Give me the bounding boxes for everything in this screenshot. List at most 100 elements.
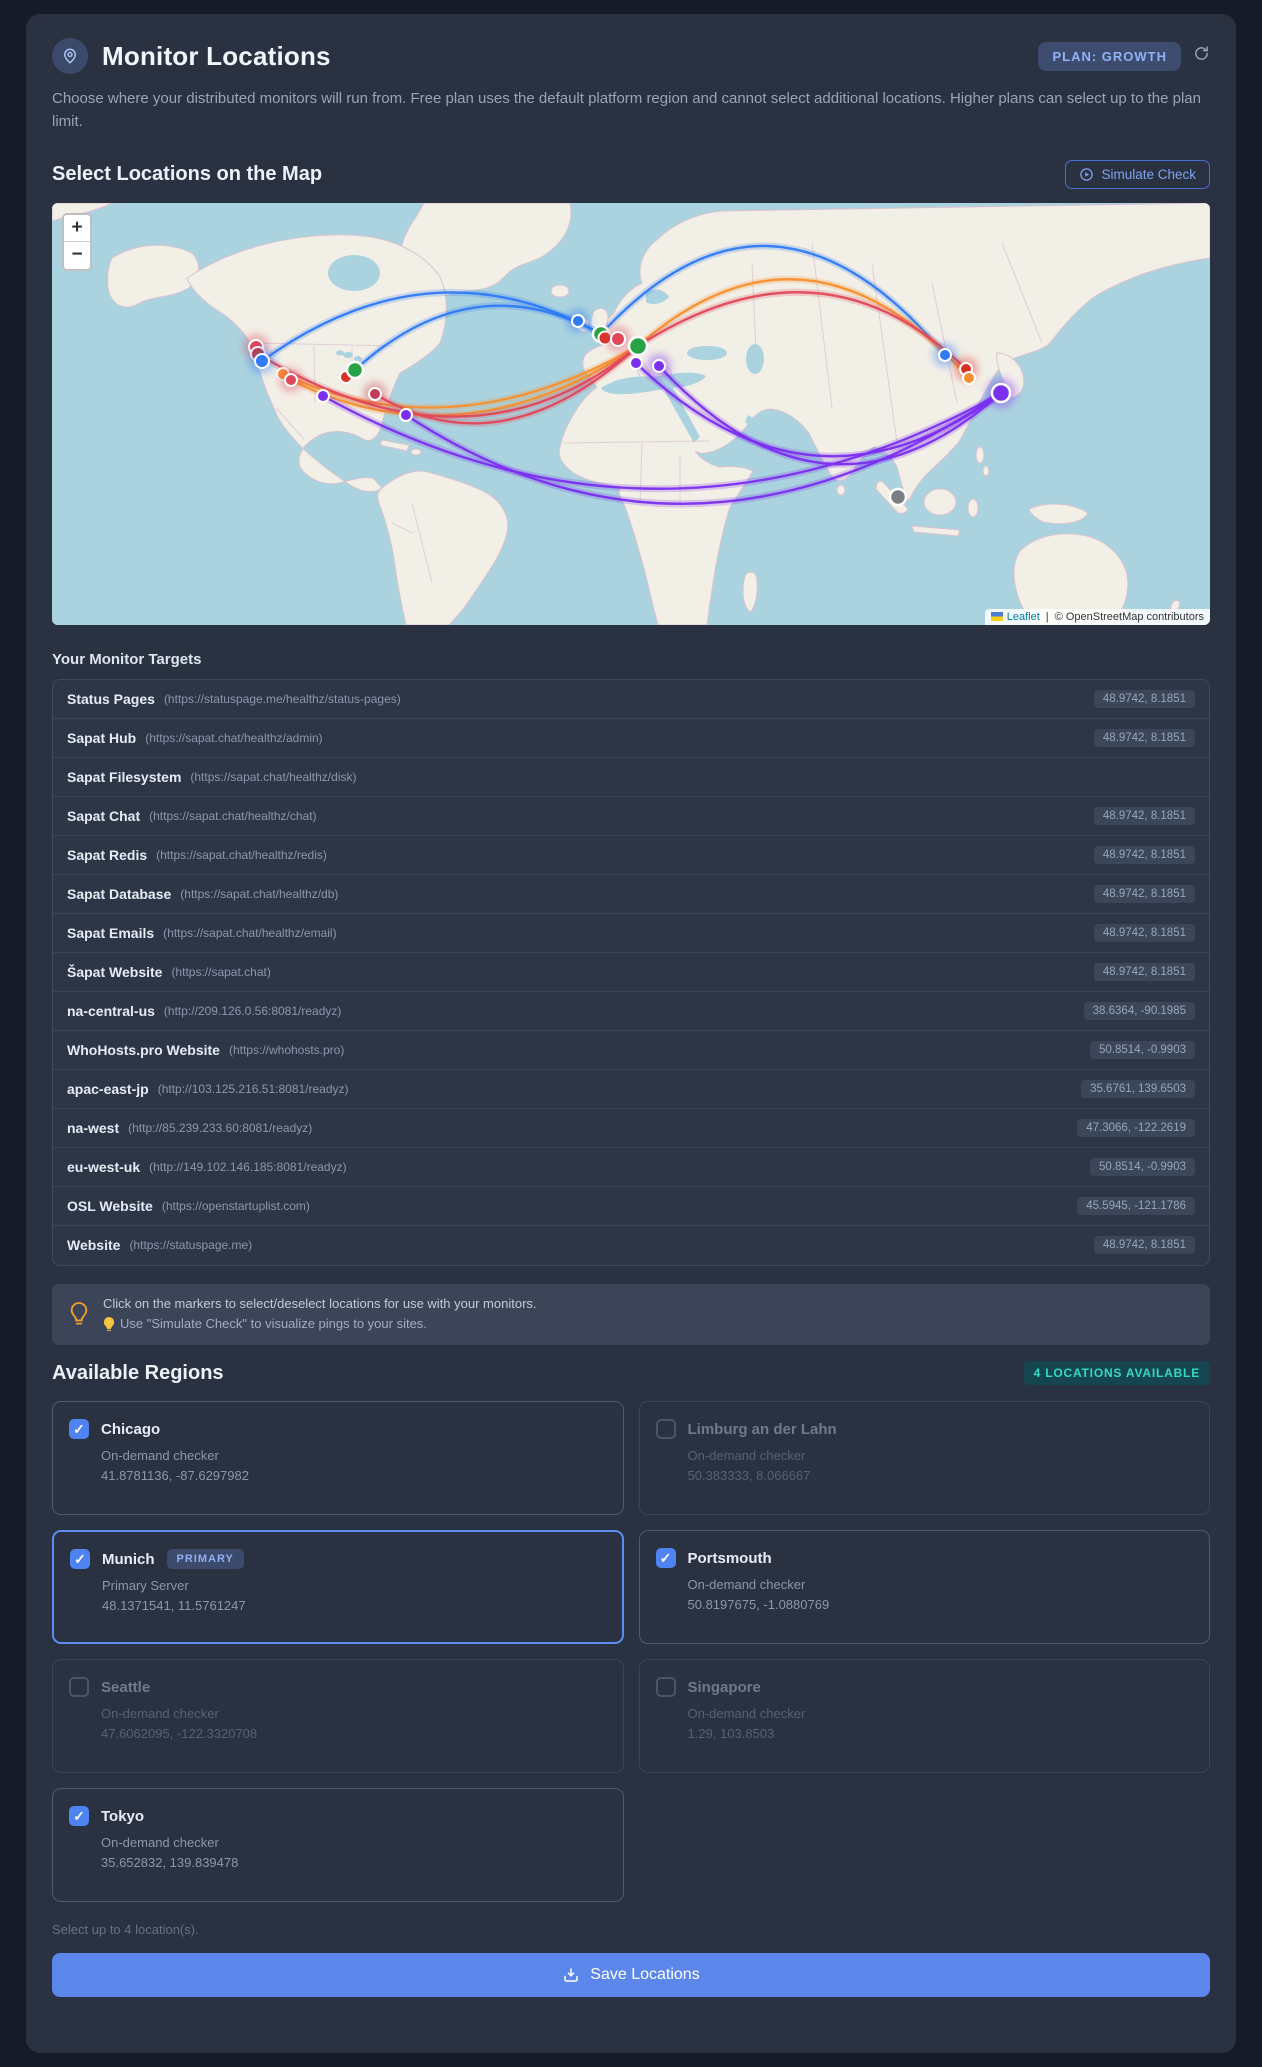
map-marker[interactable] bbox=[962, 370, 976, 385]
play-circle-icon bbox=[1080, 167, 1094, 181]
target-name: na-west bbox=[67, 1119, 120, 1136]
map-marker[interactable] bbox=[571, 313, 585, 328]
target-url: (https://statuspage.me/healthz/status-pa… bbox=[163, 691, 401, 706]
region-checkbox[interactable]: ✓ bbox=[69, 1806, 89, 1827]
map-marker[interactable] bbox=[345, 360, 365, 379]
refresh-icon[interactable] bbox=[1193, 45, 1210, 67]
target-row: Website (https://statuspage.me) 48.9742,… bbox=[53, 1226, 1209, 1265]
osm-attribution: © OpenStreetMap contributors bbox=[1054, 610, 1204, 623]
target-name: Sapat Database bbox=[67, 885, 172, 902]
target-row: OSL Website (https://openstartuplist.com… bbox=[53, 1187, 1209, 1226]
region-card[interactable]: ✓ Munich PRIMARY Primary Server 48.13715… bbox=[52, 1530, 624, 1645]
target-row: WhoHosts.pro Website (https://whohosts.p… bbox=[53, 1031, 1209, 1070]
target-row: Status Pages (https://statuspage.me/heal… bbox=[53, 680, 1209, 719]
regions-grid: ✓ Chicago On-demand checker 41.8781136, … bbox=[52, 1401, 1210, 1903]
region-card[interactable]: ✓ Chicago On-demand checker 41.8781136, … bbox=[52, 1401, 624, 1516]
target-name: Sapat Emails bbox=[67, 924, 155, 941]
map-marker[interactable] bbox=[254, 352, 270, 369]
map-marker[interactable] bbox=[284, 372, 298, 387]
region-coords: 50.8197675, -1.0880769 bbox=[687, 1597, 830, 1613]
target-url: (https://sapat.chat/healthz/redis) bbox=[156, 847, 327, 862]
tip-line-2: Use "Simulate Check" to visualize pings … bbox=[120, 1316, 427, 1332]
ukraine-flag-icon bbox=[990, 612, 1003, 621]
target-row: apac-east-jp (http://103.125.216.51:8081… bbox=[53, 1070, 1209, 1109]
monitor-targets-list: Status Pages (https://statuspage.me/heal… bbox=[52, 678, 1210, 1266]
target-url: (http://103.125.216.51:8081/readyz) bbox=[157, 1081, 349, 1096]
tip-line-1: Click on the markers to select/deselect … bbox=[103, 1295, 537, 1311]
target-name: apac-east-jp bbox=[67, 1080, 149, 1097]
target-name: Sapat Hub bbox=[67, 729, 137, 746]
region-checkbox[interactable] bbox=[69, 1677, 89, 1698]
region-card[interactable]: ✓ Portsmouth On-demand checker 50.819767… bbox=[638, 1530, 1210, 1645]
map-marker[interactable] bbox=[399, 407, 413, 422]
target-name: eu-west-uk bbox=[67, 1158, 141, 1175]
target-coords-badge: 48.9742, 8.1851 bbox=[1093, 728, 1195, 747]
target-url: (https://sapat.chat) bbox=[171, 964, 271, 979]
world-map[interactable]: + − Leaflet | © OpenStreetMap contributo… bbox=[52, 202, 1210, 625]
region-card[interactable]: Seattle On-demand checker 47.6062095, -1… bbox=[52, 1659, 624, 1774]
simulate-check-button[interactable]: Simulate Check bbox=[1065, 159, 1210, 189]
target-coords-badge: 50.8514, -0.9903 bbox=[1090, 1040, 1195, 1059]
target-row: Sapat Filesystem (https://sapat.chat/hea… bbox=[53, 758, 1209, 797]
region-type: On-demand checker bbox=[101, 1448, 219, 1464]
map-marker[interactable] bbox=[627, 335, 649, 356]
region-checkbox[interactable]: ✓ bbox=[70, 1549, 90, 1570]
region-card[interactable]: Singapore On-demand checker 1.29, 103.85… bbox=[638, 1659, 1210, 1774]
target-coords-badge: 48.9742, 8.1851 bbox=[1093, 689, 1195, 708]
target-coords-badge: 48.9742, 8.1851 bbox=[1093, 806, 1195, 825]
save-icon bbox=[564, 1968, 579, 1982]
leaflet-link[interactable]: Leaflet bbox=[1007, 611, 1040, 623]
target-coords-badge: 47.3066, -122.2619 bbox=[1077, 1118, 1195, 1137]
map-marker[interactable] bbox=[629, 355, 643, 370]
target-url: (https://sapat.chat/healthz/email) bbox=[163, 925, 337, 940]
region-card[interactable]: ✓ Tokyo On-demand checker 35.652832, 139… bbox=[52, 1788, 624, 1903]
map-marker[interactable] bbox=[938, 347, 952, 362]
regions-heading: Available Regions bbox=[52, 1361, 224, 1384]
map-marker[interactable] bbox=[316, 388, 330, 403]
target-coords-badge: 48.9742, 8.1851 bbox=[1093, 1236, 1195, 1254]
region-name: Tokyo bbox=[101, 1807, 145, 1825]
target-url: (https://openstartuplist.com) bbox=[161, 1198, 310, 1213]
target-row: Sapat Redis (https://sapat.chat/healthz/… bbox=[53, 836, 1209, 875]
target-name: Website bbox=[67, 1237, 121, 1253]
region-coords: 47.6062095, -122.3320708 bbox=[101, 1726, 258, 1742]
map-marker[interactable] bbox=[990, 382, 1012, 403]
target-row: eu-west-uk (http://149.102.146.185:8081/… bbox=[53, 1148, 1209, 1187]
region-checkbox[interactable] bbox=[655, 1419, 676, 1440]
map-marker[interactable] bbox=[610, 330, 626, 347]
region-card[interactable]: Limburg an der Lahn On-demand checker 50… bbox=[638, 1401, 1210, 1516]
save-locations-button[interactable]: Save Locations bbox=[52, 1953, 1210, 1998]
target-row: Šapat Website (https://sapat.chat) 48.97… bbox=[53, 953, 1209, 992]
lightbulb-icon bbox=[70, 1302, 88, 1325]
target-url: (https://sapat.chat/healthz/disk) bbox=[190, 769, 357, 784]
region-type: On-demand checker bbox=[687, 1448, 806, 1464]
target-coords-badge: 38.6364, -90.1985 bbox=[1083, 1001, 1195, 1020]
select-limit-note: Select up to 4 location(s). bbox=[52, 1922, 199, 1938]
region-name: Portsmouth bbox=[687, 1549, 772, 1567]
region-coords: 1.29, 103.8503 bbox=[687, 1726, 775, 1742]
target-name: Sapat Filesystem bbox=[67, 768, 182, 785]
region-coords: 50.383333, 8.066667 bbox=[687, 1468, 811, 1484]
region-checkbox[interactable] bbox=[655, 1677, 676, 1698]
zoom-out-button[interactable]: − bbox=[64, 241, 90, 269]
region-name: Seattle bbox=[101, 1678, 151, 1696]
map-marker[interactable] bbox=[888, 487, 908, 506]
target-name: WhoHosts.pro Website bbox=[67, 1041, 220, 1058]
target-coords-badge: 48.9742, 8.1851 bbox=[1093, 884, 1195, 903]
map-marker[interactable] bbox=[652, 358, 666, 373]
target-row: Sapat Hub (https://sapat.chat/healthz/ad… bbox=[53, 719, 1209, 758]
map-canvas bbox=[52, 202, 1210, 625]
target-url: (http://209.126.0.56:8081/readyz) bbox=[163, 1003, 342, 1018]
target-coords-badge: 48.9742, 8.1851 bbox=[1093, 923, 1195, 942]
target-row: Sapat Database (https://sapat.chat/healt… bbox=[53, 875, 1209, 914]
zoom-in-button[interactable]: + bbox=[64, 214, 90, 242]
region-coords: 35.652832, 139.839478 bbox=[101, 1855, 239, 1871]
header: Monitor Locations PLAN: GROWTH bbox=[52, 38, 1210, 74]
locations-available-badge: 4 LOCATIONS AVAILABLE bbox=[1023, 1361, 1210, 1386]
map-marker[interactable] bbox=[368, 386, 382, 401]
map-section-title: Select Locations on the Map bbox=[52, 162, 323, 185]
region-name: Singapore bbox=[687, 1678, 761, 1696]
region-checkbox[interactable]: ✓ bbox=[69, 1419, 89, 1440]
region-checkbox[interactable]: ✓ bbox=[655, 1548, 676, 1569]
target-name: Sapat Redis bbox=[67, 846, 148, 863]
